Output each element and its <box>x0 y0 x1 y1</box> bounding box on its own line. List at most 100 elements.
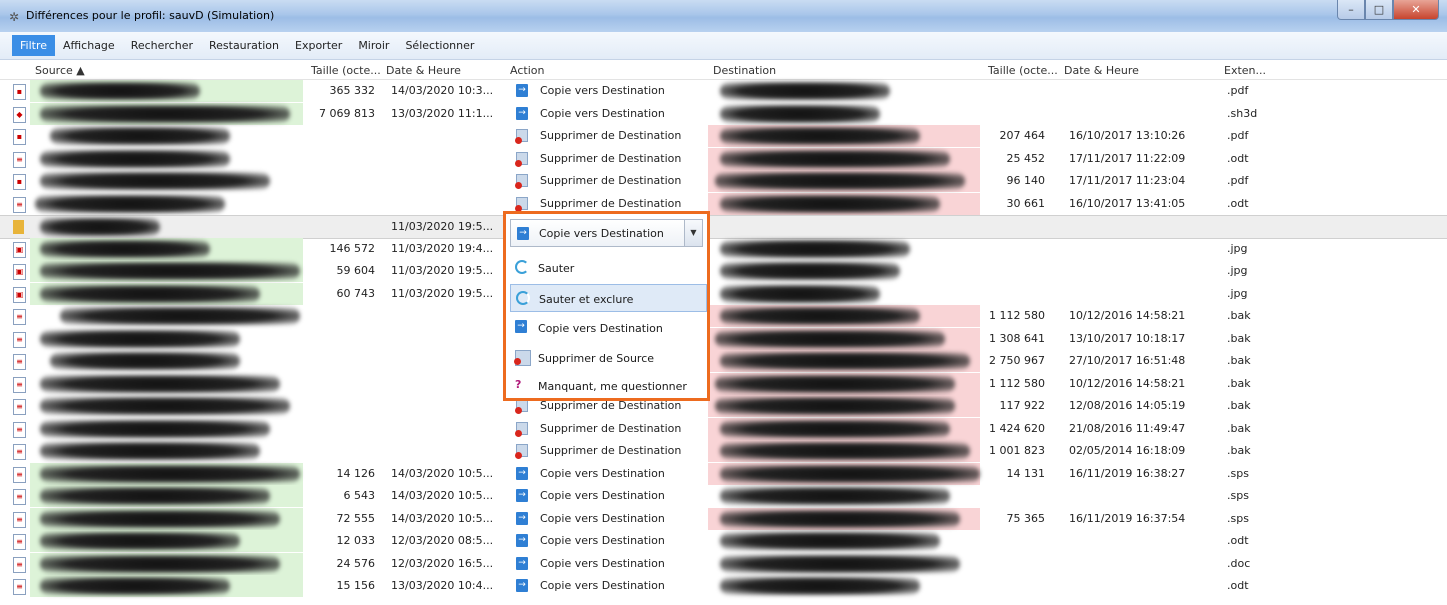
table-row[interactable]: ◆ 7 069 813 13/03/2020 11:1... → Copie vers … <box>0 102 1447 125</box>
redacted-source-path <box>40 82 200 100</box>
redacted-dest-path <box>720 487 950 505</box>
file-icon: ≡ <box>13 444 26 460</box>
file-icon: ≡ <box>13 466 26 483</box>
source-size <box>305 125 375 147</box>
source-size: 365 332 <box>329 84 376 97</box>
menu-filtre[interactable]: Filtre <box>12 35 56 56</box>
close-button[interactable]: ✕ <box>1393 0 1439 20</box>
option-sauter-exclure[interactable]: Sauter et exclure <box>510 284 707 312</box>
menu-rechercher[interactable]: Rechercher <box>123 35 201 56</box>
chevron-down-icon[interactable]: ▼ <box>684 220 702 246</box>
table-row[interactable]: ≡ 6 543 14/03/2020 10:5... → Copie vers Dest… <box>0 485 1447 507</box>
table-row[interactable]: ▣ 59 604 11/03/2020 19:5... .jpg <box>0 260 1447 282</box>
table-row[interactable]: ≡ Supprimer de Destination 1 424 620 21/08/… <box>0 417 1447 440</box>
dest-size <box>985 575 1045 597</box>
redacted-source-path <box>40 509 280 528</box>
option-sauter[interactable]: Sauter <box>510 254 707 282</box>
source-size: 6 543 <box>343 489 376 502</box>
dest-date: 21/08/2016 11:49:47 <box>1069 421 1186 435</box>
copy-arrow-icon: → <box>515 320 527 333</box>
table-row[interactable]: ≡ 12 033 12/03/2020 08:5... → Copie vers Des… <box>0 530 1447 552</box>
folder-icon: ▲ <box>13 220 24 234</box>
copy-arrow-icon: → <box>516 84 528 97</box>
redacted-dest-path <box>715 172 965 190</box>
menu-miroir[interactable]: Miroir <box>350 35 397 56</box>
dest-size <box>985 80 1045 102</box>
table-row[interactable]: ▣ 146 572 11/03/2020 19:4... .jpg <box>0 237 1447 260</box>
table-row[interactable]: ▪ Supprimer de Destination 207 464 16/10/20… <box>0 125 1447 147</box>
source-date <box>391 395 501 417</box>
redacted-source-path <box>40 172 270 190</box>
redacted-source-path <box>40 218 160 236</box>
table-row[interactable]: ≡ Supprimer de Destination 25 452 17/11/201… <box>0 147 1447 170</box>
dest-date <box>1069 553 1209 575</box>
maximize-button[interactable]: □ <box>1365 0 1393 20</box>
table-row[interactable]: ≡ Supprimer de Destination 117 922 12/08/20… <box>0 395 1447 417</box>
table-row[interactable]: ≡ 1 112 580 10/12/2016 14:58:21 .bak <box>0 372 1447 395</box>
table-row[interactable]: ≡ 14 126 14/03/2020 10:5... → Copie vers Des… <box>0 462 1447 485</box>
dest-date: 12/08/2016 14:05:19 <box>1069 399 1186 412</box>
dest-date: 10/12/2016 14:58:21 <box>1069 376 1186 390</box>
minimize-button[interactable]: – <box>1337 0 1365 20</box>
col-dest-size[interactable]: Taille (octe... <box>988 64 1058 77</box>
col-date[interactable]: Date & Heure <box>386 64 461 77</box>
source-size <box>305 373 375 395</box>
option-manquant[interactable]: ? Manquant, me questionner <box>510 372 707 400</box>
menu-restauration[interactable]: Restauration <box>201 35 287 56</box>
title-bar: ✲ Différences pour le profil: sauvD (Sim… <box>0 0 1447 32</box>
table-row[interactable]: ▪ Supprimer de Destination 96 140 17/11/201… <box>0 170 1447 192</box>
table-row[interactable]: ≡ 1 308 641 13/10/2017 10:18:17 .bak <box>0 327 1447 350</box>
dest-size: 1 112 580 <box>989 309 1045 322</box>
col-destination[interactable]: Destination <box>713 64 776 77</box>
option-copie[interactable]: → Copie vers Destination <box>510 314 707 342</box>
menu-exporter[interactable]: Exporter <box>287 35 350 56</box>
table-row[interactable]: ≡ 72 555 14/03/2020 10:5... → Copie vers Des… <box>0 507 1447 530</box>
dest-size <box>985 216 1045 238</box>
table-row[interactable]: ▣ 60 743 11/03/2020 19:5... .jpg <box>0 282 1447 305</box>
option-label: Supprimer de Source <box>538 352 655 365</box>
col-ext[interactable]: Exten... <box>1224 64 1266 77</box>
file-icon: ≡ <box>13 579 26 595</box>
option-supprimer-source[interactable]: Supprimer de Source <box>510 344 707 372</box>
action-combo[interactable]: → Copie vers Destination ▼ <box>510 219 703 247</box>
action-dropdown[interactable]: → Copie vers Destination ▼ Sauter Sauter… <box>503 211 710 401</box>
table-row[interactable]: ≡ Supprimer de Destination 1 001 823 02/05/… <box>0 440 1447 462</box>
redacted-source-path <box>40 329 240 348</box>
source-date <box>391 193 501 215</box>
source-date <box>391 125 501 147</box>
col-source[interactable]: Source ▲ <box>35 64 85 77</box>
table-row[interactable]: ≡ Supprimer de Destination 30 661 16/10/201… <box>0 192 1447 215</box>
extension: .bak <box>1227 421 1251 435</box>
source-date <box>391 328 501 350</box>
source-date <box>391 440 501 462</box>
extension: .sps <box>1227 489 1249 502</box>
col-action[interactable]: Action <box>510 64 544 77</box>
dest-date: 13/10/2017 10:18:17 <box>1069 331 1186 345</box>
delete-icon <box>515 444 528 459</box>
source-size <box>305 170 375 192</box>
table-row[interactable]: ≡ 2 750 967 27/10/2017 16:51:48 .bak <box>0 350 1447 372</box>
table-row[interactable]: ≡ 1 112 580 10/12/2016 14:58:21 .bak <box>0 305 1447 327</box>
file-icon: ≡ <box>13 196 26 213</box>
menu-affichage[interactable]: Affichage <box>55 35 123 56</box>
file-icon: ≡ <box>13 354 26 370</box>
table-row[interactable]: ≡ 15 156 13/03/2020 10:4... → Copie vers Des… <box>0 575 1447 597</box>
option-label: Manquant, me questionner <box>538 380 687 393</box>
source-size: 146 572 <box>329 241 376 255</box>
menu-bar: Filtre Affichage Rechercher Restauration… <box>0 32 1447 60</box>
col-size[interactable]: Taille (octe... <box>311 64 381 77</box>
source-size <box>305 350 375 372</box>
table-row[interactable]: ≡ 24 576 12/03/2020 16:5... → Copie vers Des… <box>0 552 1447 575</box>
table-row[interactable]: ▲ 11/03/2020 19:5... <box>0 215 1447 239</box>
col-dest-date[interactable]: Date & Heure <box>1064 64 1139 77</box>
file-icon: ≡ <box>13 489 26 505</box>
redacted-source-path <box>40 104 290 123</box>
source-size: 59 604 <box>336 264 376 277</box>
dest-size <box>985 530 1045 552</box>
extension: .bak <box>1227 331 1251 345</box>
dest-date: 16/11/2019 16:38:27 <box>1069 466 1186 480</box>
source-size: 7 069 813 <box>319 106 375 120</box>
table-row[interactable]: ▪ 365 332 14/03/2020 10:3... → Copie vers De… <box>0 80 1447 102</box>
menu-selectionner[interactable]: Sélectionner <box>397 35 482 56</box>
dest-date <box>1069 238 1209 260</box>
